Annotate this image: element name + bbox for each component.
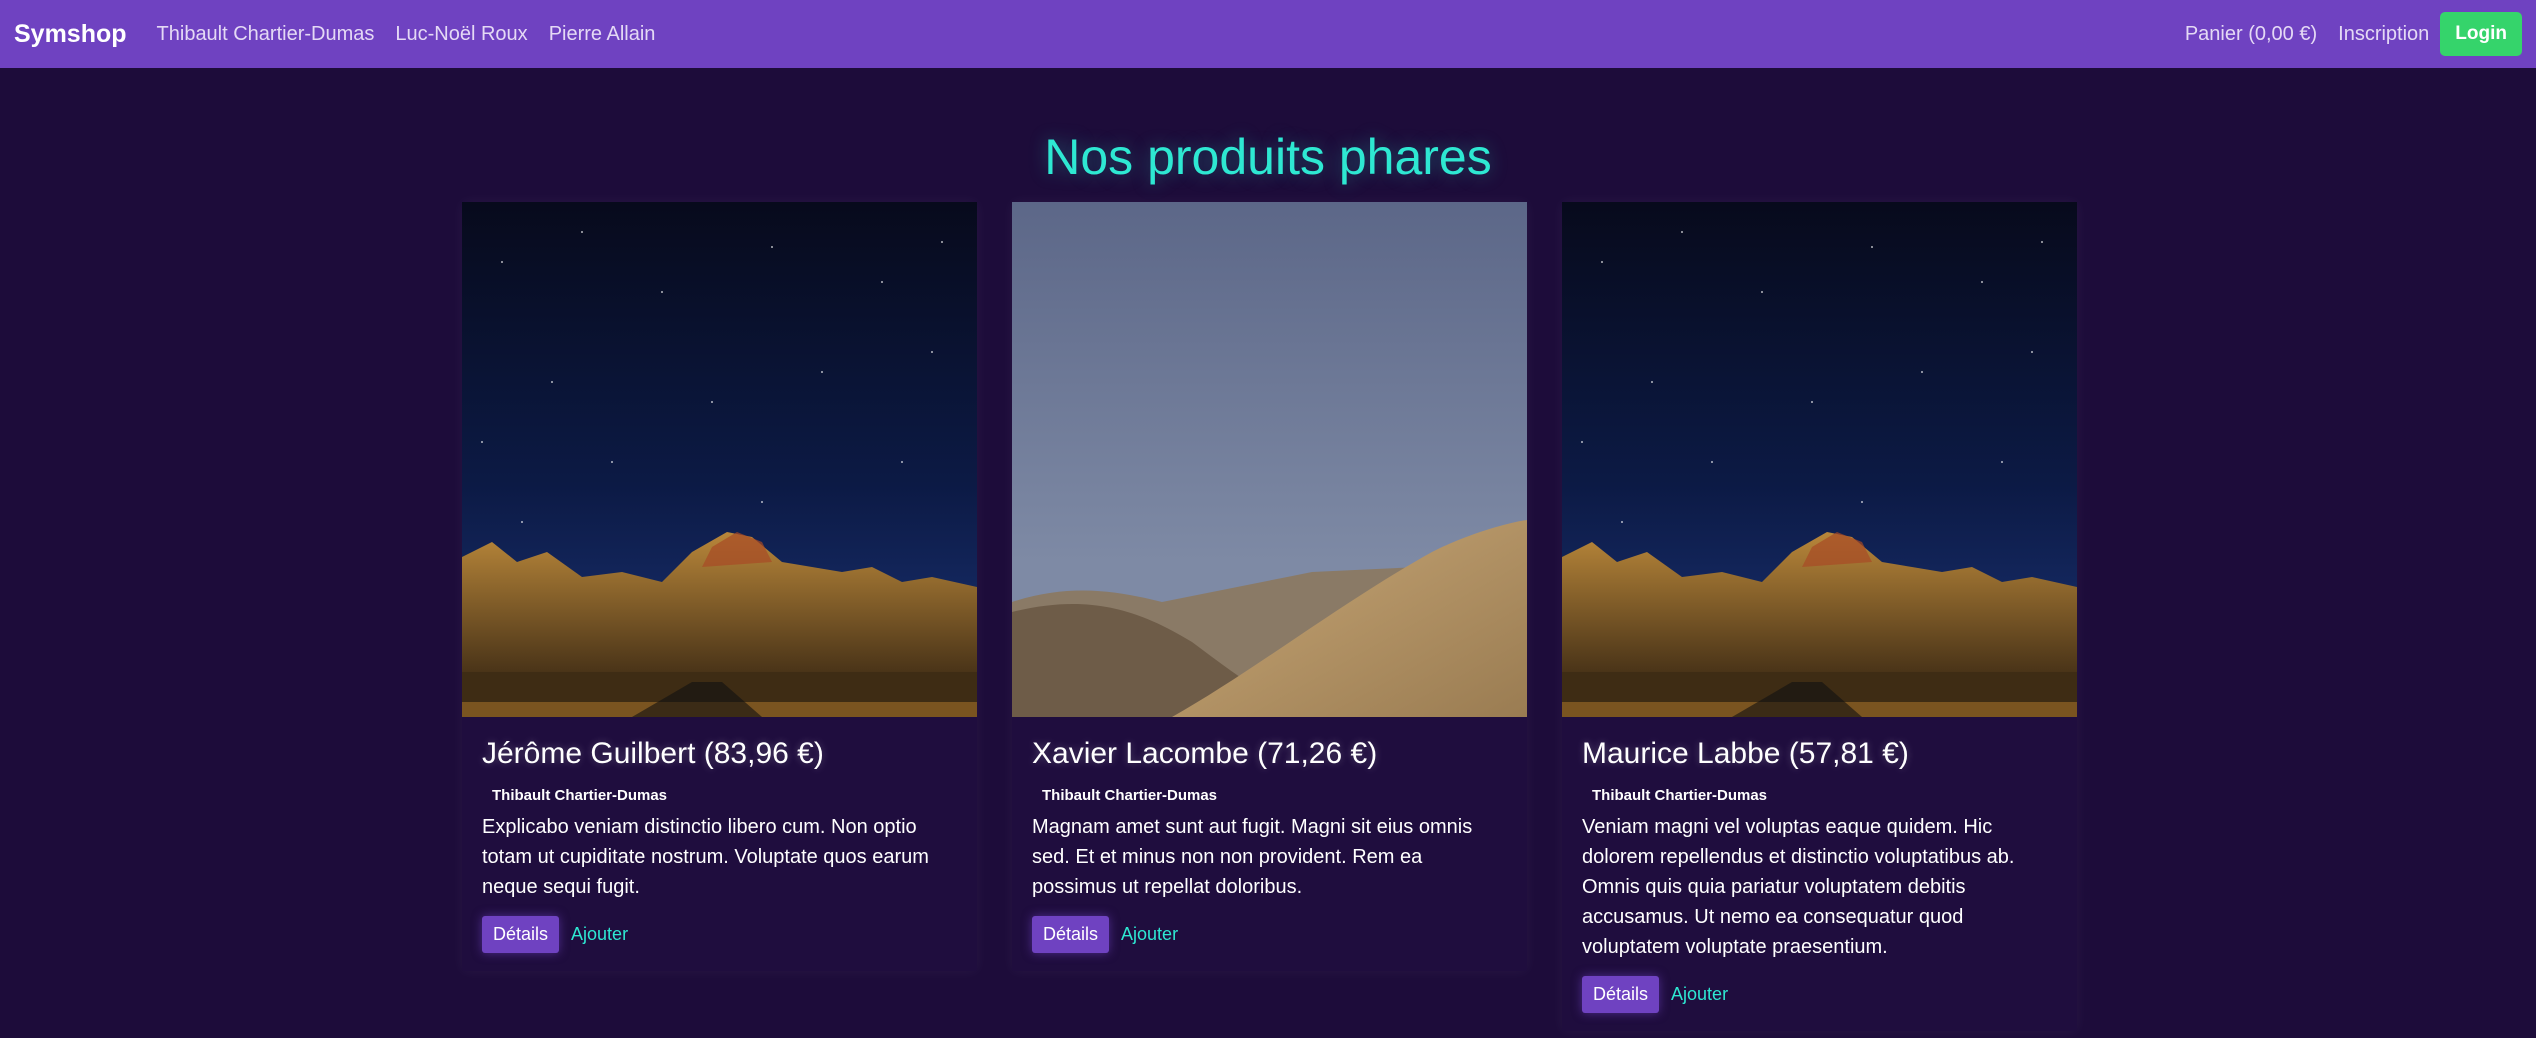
product-title[interactable]: Xavier Lacombe (71,26 €) bbox=[1032, 737, 1507, 771]
product-image-desert-night[interactable] bbox=[1562, 202, 2077, 717]
card-actions: Détails Ajouter bbox=[1032, 916, 1507, 953]
product-image-sand-dunes[interactable] bbox=[1012, 202, 1527, 717]
product-title[interactable]: Maurice Labbe (57,81 €) bbox=[1582, 737, 2057, 771]
signup-link[interactable]: Inscription bbox=[2338, 23, 2429, 46]
add-to-cart-link[interactable]: Ajouter bbox=[1121, 924, 1178, 945]
product-card: Jérôme Guilbert (83,96 €) Thibault Chart… bbox=[462, 202, 977, 971]
card-body: Maurice Labbe (57,81 €) Thibault Chartie… bbox=[1562, 717, 2077, 1031]
card-body: Xavier Lacombe (71,26 €) Thibault Charti… bbox=[1012, 717, 1527, 971]
login-button[interactable]: Login bbox=[2440, 12, 2522, 56]
category-badge: Thibault Chartier-Dumas bbox=[1042, 787, 1218, 804]
nav-link-category-2[interactable]: Luc-Noël Roux bbox=[395, 23, 527, 46]
details-button[interactable]: Détails bbox=[482, 916, 560, 953]
card-actions: Détails Ajouter bbox=[482, 916, 957, 953]
product-title[interactable]: Jérôme Guilbert (83,96 €) bbox=[482, 737, 957, 771]
cart-link[interactable]: Panier (0,00 €) bbox=[2185, 23, 2317, 46]
product-card: Maurice Labbe (57,81 €) Thibault Chartie… bbox=[1562, 202, 2077, 1031]
product-description: Veniam magni vel voluptas eaque quidem. … bbox=[1582, 816, 2015, 958]
page-title: Nos produits phares bbox=[1044, 129, 1492, 185]
details-button[interactable]: Détails bbox=[1032, 916, 1110, 953]
brand-logo[interactable]: Symshop bbox=[14, 20, 127, 49]
product-image-desert-night[interactable] bbox=[462, 202, 977, 717]
navbar: Symshop Thibault Chartier-Dumas Luc-Noël… bbox=[0, 0, 2536, 68]
category-badge: Thibault Chartier-Dumas bbox=[1592, 787, 1768, 804]
category-badge: Thibault Chartier-Dumas bbox=[492, 787, 668, 804]
details-button[interactable]: Détails bbox=[1582, 976, 1660, 1013]
product-list: Jérôme Guilbert (83,96 €) Thibault Chart… bbox=[462, 202, 2077, 1031]
add-to-cart-link[interactable]: Ajouter bbox=[1671, 984, 1728, 1005]
product-card: Xavier Lacombe (71,26 €) Thibault Charti… bbox=[1012, 202, 1527, 971]
card-body: Jérôme Guilbert (83,96 €) Thibault Chart… bbox=[462, 717, 977, 971]
nav-link-category-1[interactable]: Thibault Chartier-Dumas bbox=[157, 23, 375, 46]
nav-right: Panier (0,00 €) Inscription Login bbox=[2185, 12, 2522, 56]
nav-link-category-3[interactable]: Pierre Allain bbox=[549, 23, 656, 46]
nav-links: Thibault Chartier-Dumas Luc-Noël Roux Pi… bbox=[157, 23, 677, 46]
add-to-cart-link[interactable]: Ajouter bbox=[571, 924, 628, 945]
product-description: Explicabo veniam distinctio libero cum. … bbox=[482, 816, 929, 898]
product-description: Magnam amet sunt aut fugit. Magni sit ei… bbox=[1032, 816, 1473, 898]
card-actions: Détails Ajouter bbox=[1582, 976, 2057, 1013]
